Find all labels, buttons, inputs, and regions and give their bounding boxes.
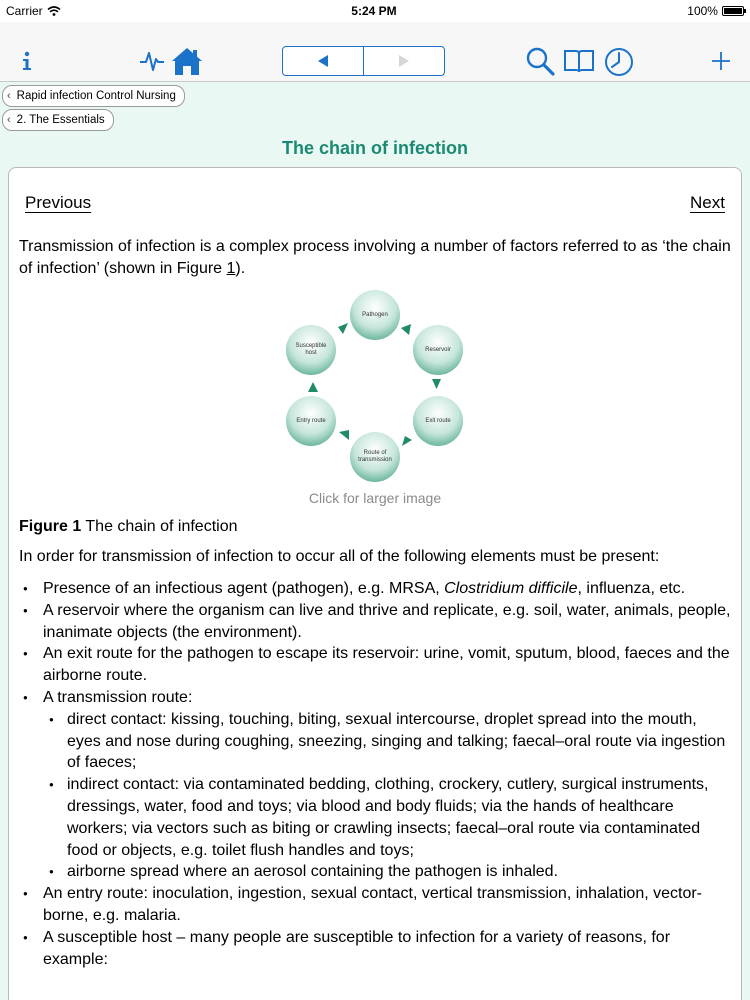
search-icon <box>526 47 555 76</box>
item-italic: Clostridium difficile <box>444 580 578 597</box>
intro-paragraph: Transmission of infection is a complex p… <box>19 236 731 280</box>
node-label: Reservoir <box>425 346 451 353</box>
plus-icon <box>712 52 730 70</box>
page-title: The chain of infection <box>281 138 468 158</box>
history-button[interactable] <box>603 46 635 78</box>
arrow-icon <box>432 379 441 389</box>
node-label: Entry route <box>296 417 326 424</box>
search-button[interactable] <box>524 45 556 77</box>
home-button[interactable] <box>170 44 204 78</box>
arrow-icon <box>401 324 411 335</box>
back-button[interactable] <box>283 47 364 75</box>
arrow-icon <box>339 430 349 440</box>
contents-button[interactable] <box>562 46 596 76</box>
figure-caption-text: The chain of infection <box>81 518 238 535</box>
sublist-item: direct contact: kissing, touching, bitin… <box>43 709 731 774</box>
figure-caption: Figure 1 The chain of infection <box>19 516 731 538</box>
wifi-icon <box>47 6 61 16</box>
home-icon <box>172 48 202 75</box>
add-button[interactable] <box>708 48 734 74</box>
lead-paragraph: In order for transmission of infection t… <box>19 548 660 565</box>
forward-button[interactable] <box>364 47 444 75</box>
arrow-icon <box>402 436 412 446</box>
intro-text: Transmission of infection is a complex p… <box>19 238 731 277</box>
diagram-node-entry-route: Entry route <box>286 396 336 446</box>
diagram-node-exit-route: Exit route <box>413 396 463 446</box>
item-text: Presence of an infectious agent (pathoge… <box>43 580 445 597</box>
book-icon <box>564 50 594 73</box>
arrow-icon <box>338 323 348 334</box>
diagram-node-pathogen: Pathogen <box>350 290 400 340</box>
list-item: An entry route: inoculation, ingestion, … <box>19 883 731 927</box>
diagram-node-reservoir: Reservoir <box>413 325 463 375</box>
item-text: A transmission route: <box>43 688 193 706</box>
arrow-icon <box>308 382 318 392</box>
activity-button[interactable] <box>138 46 166 76</box>
page-navigation <box>282 46 445 76</box>
clock-icon <box>605 48 633 76</box>
list-item: A susceptible host – many people are sus… <box>19 927 731 971</box>
info-button[interactable] <box>14 48 40 74</box>
status-right: 100% <box>687 4 746 18</box>
sublist-item: airborne spread where an aerosol contain… <box>43 861 731 883</box>
status-left: Carrier <box>6 4 61 18</box>
intro-text-end: ). <box>235 260 246 277</box>
list-item: An exit route for the pathogen to escape… <box>19 643 731 687</box>
triangle-left-icon <box>318 55 328 67</box>
transmission-sublist: direct contact: kissing, touching, bitin… <box>43 709 731 883</box>
diagram-node-susceptible-host: Susceptible host <box>286 325 336 375</box>
click-larger-image-hint[interactable]: Click for larger image <box>0 490 750 506</box>
chevron-left-icon: ‹ <box>7 114 11 126</box>
breadcrumb-chapter-label: 2. The Essentials <box>16 114 105 126</box>
breadcrumb-chapter[interactable]: ‹ 2. The Essentials <box>2 109 114 131</box>
next-link[interactable]: Next <box>690 193 725 213</box>
previous-link[interactable]: Previous <box>25 193 91 213</box>
node-label: Susceptible host <box>295 343 327 356</box>
status-time: 5:24 PM <box>351 4 397 18</box>
elements-list: Presence of an infectious agent (pathoge… <box>19 578 731 970</box>
list-item: Presence of an infectious agent (pathoge… <box>19 578 731 600</box>
battery-percent: 100% <box>687 4 718 18</box>
sublist-item: indirect contact: via contaminated beddi… <box>43 774 731 861</box>
node-label: Pathogen <box>362 311 388 318</box>
battery-icon <box>721 6 746 16</box>
breadcrumb-book[interactable]: ‹ Rapid infection Control Nursing <box>2 85 185 107</box>
figure-caption-label: Figure 1 <box>19 518 82 535</box>
status-bar: Carrier 5:24 PM 100% <box>0 0 750 22</box>
carrier-label: Carrier <box>6 4 43 18</box>
list-item: A transmission route: direct contact: ki… <box>19 687 731 883</box>
chevron-left-icon: ‹ <box>7 90 11 102</box>
diagram-node-route-of-transmission: Route of transmission <box>350 432 400 482</box>
chain-of-infection-diagram[interactable]: Pathogen Reservoir Exit route Route of t… <box>280 290 470 482</box>
pulse-icon <box>140 52 164 71</box>
list-item: A reservoir where the organism can live … <box>19 600 731 644</box>
info-icon <box>23 51 31 70</box>
breadcrumb-book-label: Rapid infection Control Nursing <box>16 90 176 102</box>
node-label: Route of transmission <box>358 450 392 463</box>
node-label: Exit route <box>425 417 451 424</box>
triangle-right-icon <box>399 55 409 67</box>
item-text: , influenza, etc. <box>577 580 686 597</box>
